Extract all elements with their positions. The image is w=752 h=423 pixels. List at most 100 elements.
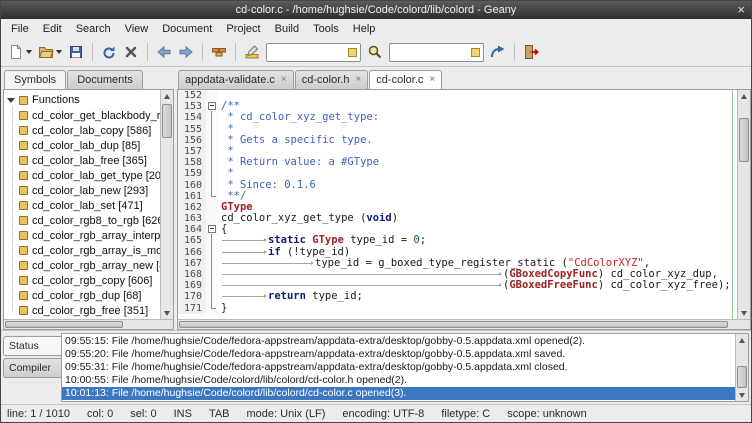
scroll-down-icon[interactable] bbox=[738, 307, 750, 319]
symbol-item[interactable]: cd_color_rgb_free [351] bbox=[4, 303, 160, 318]
nav-back-button[interactable] bbox=[153, 40, 175, 64]
editor-hscrollbar[interactable] bbox=[178, 319, 750, 329]
line-number[interactable]: 170 bbox=[178, 291, 206, 302]
code-line[interactable]: **/ bbox=[218, 191, 737, 202]
fold-margin[interactable] bbox=[206, 157, 218, 168]
sidebar-scroll-track[interactable] bbox=[161, 102, 173, 307]
line-number[interactable]: 161 bbox=[178, 191, 206, 202]
symbol-item[interactable]: cd_color_rgb_dup [68] bbox=[4, 288, 160, 303]
symbol-item[interactable]: cd_color_rgb8_to_rgb [626] bbox=[4, 213, 160, 228]
symbol-item[interactable]: cd_color_lab_dup [85] bbox=[4, 138, 160, 153]
sidebar-scrollbar[interactable] bbox=[160, 90, 173, 319]
line-number[interactable]: 165 bbox=[178, 235, 206, 246]
line-number[interactable]: 164 bbox=[178, 224, 206, 235]
messages-scroll-thumb[interactable] bbox=[737, 366, 747, 388]
fold-margin[interactable] bbox=[206, 213, 218, 224]
symbol-item[interactable]: cd_color_rgb_copy [606] bbox=[4, 273, 160, 288]
symbol-item[interactable]: cd_color_rgb_array_is_monotonic [84] bbox=[4, 243, 160, 258]
fold-margin[interactable] bbox=[206, 202, 218, 213]
tab-close-icon[interactable]: × bbox=[281, 75, 287, 85]
symbol-item[interactable]: cd_color_lab_copy [586] bbox=[4, 123, 160, 138]
status-message-row[interactable]: 09:55:20: File /home/hughsie/Code/fedora… bbox=[62, 348, 735, 361]
menu-project[interactable]: Project bbox=[219, 21, 267, 37]
sidebar-scroll-thumb[interactable] bbox=[162, 104, 172, 138]
tab-compiler[interactable]: Compiler bbox=[3, 358, 61, 378]
line-number[interactable]: 166 bbox=[178, 247, 206, 258]
symbol-item[interactable]: cd_color_lab_get_type [203] bbox=[4, 168, 160, 183]
tab-documents[interactable]: Documents bbox=[67, 70, 143, 89]
quit-button[interactable] bbox=[520, 40, 542, 64]
symbol-item[interactable]: cd_color_rgb_array_interpolate [912] bbox=[4, 228, 160, 243]
editor-scroll-track[interactable] bbox=[738, 102, 750, 307]
fold-margin[interactable] bbox=[206, 247, 218, 258]
sidebar-hscrollbar[interactable] bbox=[4, 319, 173, 329]
window-close-icon[interactable]: × bbox=[737, 1, 745, 18]
status-message-row[interactable]: 10:01:13: File /home/hughsie/Code/colord… bbox=[62, 387, 735, 400]
search-entry[interactable] bbox=[266, 43, 361, 62]
close-document-button[interactable] bbox=[120, 40, 142, 64]
editor-hscroll-thumb[interactable] bbox=[179, 321, 728, 328]
fold-margin[interactable] bbox=[206, 135, 218, 146]
scroll-down-icon[interactable] bbox=[161, 307, 173, 319]
fold-margin[interactable] bbox=[206, 191, 218, 202]
line-number[interactable]: 159 bbox=[178, 168, 206, 179]
line-number[interactable]: 168 bbox=[178, 269, 206, 280]
scroll-up-icon[interactable] bbox=[736, 334, 748, 346]
code-line[interactable]: (GBoxedCopyFunc) cd_color_xyz_dup, bbox=[218, 269, 737, 280]
tab-symbols[interactable]: Symbols bbox=[4, 70, 66, 89]
line-number[interactable]: 163 bbox=[178, 213, 206, 224]
menu-document[interactable]: Document bbox=[155, 21, 219, 37]
fold-margin[interactable] bbox=[206, 235, 218, 246]
code-line[interactable]: * bbox=[218, 168, 737, 179]
code-line[interactable]: GType bbox=[218, 202, 737, 213]
compile-button[interactable] bbox=[208, 40, 230, 64]
menu-file[interactable]: File bbox=[4, 21, 36, 37]
line-number[interactable]: 169 bbox=[178, 280, 206, 291]
code-line[interactable]: static GType type_id = 0; bbox=[218, 235, 737, 246]
code-line[interactable]: } bbox=[218, 303, 737, 314]
sidebar-hscroll-thumb[interactable] bbox=[5, 321, 123, 328]
fold-margin[interactable] bbox=[206, 112, 218, 123]
code-line[interactable]: cd_color_xyz_get_type (void) bbox=[218, 213, 737, 224]
line-number[interactable]: 156 bbox=[178, 135, 206, 146]
code-line[interactable]: * Gets a specific type. bbox=[218, 135, 737, 146]
code-line[interactable]: { bbox=[218, 224, 737, 235]
dropdown-arrow-icon[interactable] bbox=[56, 50, 62, 54]
messages-scrollbar[interactable] bbox=[735, 334, 748, 401]
scroll-up-icon[interactable] bbox=[161, 90, 173, 102]
expander-icon[interactable] bbox=[7, 98, 15, 103]
code-line[interactable]: /** bbox=[218, 101, 737, 112]
scroll-up-icon[interactable] bbox=[738, 90, 750, 102]
menu-edit[interactable]: Edit bbox=[36, 21, 69, 37]
code-line[interactable]: (GBoxedFreeFunc) cd_color_xyz_free); bbox=[218, 280, 737, 291]
code-editor[interactable]: 152153/**154 * cd_color_xyz_get_type:155… bbox=[178, 90, 737, 319]
symbol-item[interactable]: cd_color_get_blackbody_rgb [971] bbox=[4, 108, 160, 123]
scroll-down-icon[interactable] bbox=[736, 389, 748, 401]
menu-help[interactable]: Help bbox=[346, 21, 383, 37]
code-line[interactable]: * bbox=[218, 146, 737, 157]
status-message-row[interactable]: 09:55:31: File /home/hughsie/Code/fedora… bbox=[62, 361, 735, 374]
revert-button[interactable] bbox=[98, 40, 120, 64]
line-number[interactable]: 154 bbox=[178, 112, 206, 123]
document-open-button[interactable] bbox=[35, 40, 65, 64]
menu-build[interactable]: Build bbox=[268, 21, 306, 37]
fold-margin[interactable] bbox=[206, 269, 218, 280]
fold-collapse-icon[interactable] bbox=[208, 225, 216, 233]
status-message-row[interactable]: 10:00:55: File /home/hughsie/Code/colord… bbox=[62, 374, 735, 387]
status-message-row[interactable]: 09:55:15: File /home/hughsie/Code/fedora… bbox=[62, 335, 735, 348]
symbol-item[interactable]: cd_color_lab_free [365] bbox=[4, 153, 160, 168]
editor-scrollbar[interactable] bbox=[737, 90, 750, 319]
document-new-button[interactable] bbox=[5, 40, 35, 64]
code-line[interactable] bbox=[218, 90, 737, 101]
editor-tab-cd-color.c[interactable]: cd-color.c× bbox=[369, 70, 442, 89]
titlebar[interactable]: cd-color.c - /home/hughsie/Code/colord/l… bbox=[1, 1, 751, 19]
code-line[interactable]: * Return value: a #GType bbox=[218, 157, 737, 168]
fold-margin[interactable] bbox=[206, 168, 218, 179]
line-number[interactable]: 167 bbox=[178, 258, 206, 269]
search-button[interactable] bbox=[364, 40, 386, 64]
code-line[interactable]: * Since: 0.1.6 bbox=[218, 180, 737, 191]
fold-margin[interactable] bbox=[206, 101, 218, 112]
line-number[interactable]: 152 bbox=[178, 90, 206, 101]
fold-collapse-icon[interactable] bbox=[208, 102, 216, 110]
line-number[interactable]: 153 bbox=[178, 101, 206, 112]
